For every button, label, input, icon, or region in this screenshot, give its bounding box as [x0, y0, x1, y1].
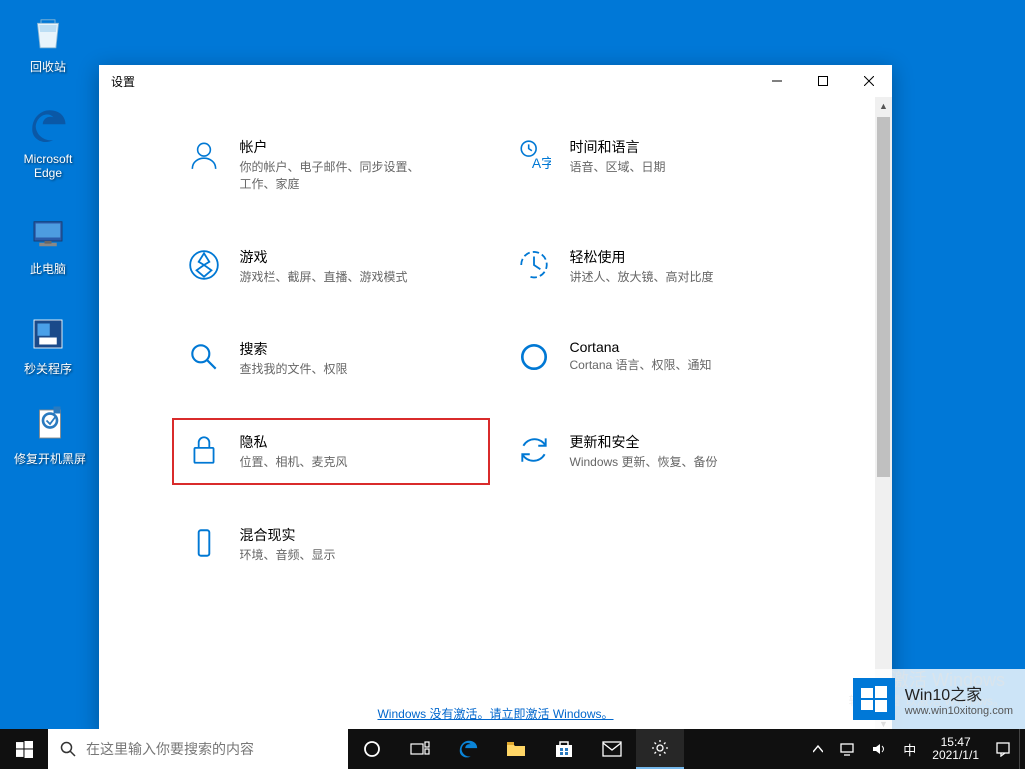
category-desc: Cortana 语言、权限、通知: [570, 357, 712, 374]
settings-window: 设置 帐户 你的帐户、电子邮件、同步设置、工作、家庭 A字: [99, 65, 892, 732]
site-watermark: Win10之家 www.win10xitong.com: [841, 669, 1025, 729]
category-time-language[interactable]: A字 时间和语言 语音、区域、日期: [516, 137, 806, 193]
desktop-icon-label: 秒关程序: [10, 360, 86, 377]
desktop-icon-this-pc[interactable]: 此电脑: [10, 210, 86, 277]
start-button[interactable]: [0, 729, 48, 769]
category-gaming[interactable]: 游戏 游戏栏、截屏、直播、游戏模式: [186, 247, 476, 286]
task-view-icon[interactable]: [396, 729, 444, 769]
mail-taskbar-icon[interactable]: [588, 729, 636, 769]
update-security-icon: [516, 432, 552, 468]
cortana-icon: [516, 339, 552, 375]
category-title: 搜索: [240, 339, 348, 359]
site-name: Win10之家: [905, 681, 1013, 705]
shutdown-app-icon: [24, 310, 72, 358]
desktop-icon-label: 回收站: [10, 58, 86, 75]
desktop-icon-label: 修复开机黑屏: [10, 450, 90, 467]
close-button[interactable]: [846, 65, 892, 97]
taskbar-clock[interactable]: 15:47 2021/1/1: [924, 736, 987, 762]
site-logo-icon: [853, 678, 895, 720]
category-cortana[interactable]: Cortana Cortana 语言、权限、通知: [516, 339, 806, 378]
search-placeholder: 在这里输入你要搜索的内容: [86, 739, 336, 759]
category-desc: 游戏栏、截屏、直播、游戏模式: [240, 269, 408, 286]
privacy-icon: [186, 432, 222, 468]
search-icon: [186, 339, 222, 375]
category-desc: 语音、区域、日期: [570, 159, 666, 176]
desktop-icon-recycle-bin[interactable]: 回收站: [10, 8, 86, 75]
cortana-taskbar-icon[interactable]: [348, 729, 396, 769]
edge-taskbar-icon[interactable]: [444, 729, 492, 769]
time-language-icon: A字: [516, 137, 552, 173]
category-title: 帐户: [240, 137, 420, 157]
desktop-icon-fix-boot[interactable]: 修复开机黑屏: [10, 400, 90, 467]
show-desktop-button[interactable]: [1019, 729, 1025, 769]
action-center-icon[interactable]: [987, 729, 1019, 769]
gaming-icon: [186, 247, 222, 283]
taskbar-icons: [348, 729, 684, 769]
category-title: 更新和安全: [570, 432, 718, 452]
scroll-up-icon[interactable]: ▲: [875, 97, 892, 114]
scroll-thumb[interactable]: [877, 117, 890, 477]
window-controls: [754, 65, 892, 97]
system-tray: 中 15:47 2021/1/1: [805, 729, 1025, 769]
category-mixed-reality[interactable]: 混合现实 环境、音频、显示: [186, 525, 476, 564]
desktop-icon-edge[interactable]: Microsoft Edge: [10, 102, 86, 180]
category-desc: 讲述人、放大镜、高对比度: [570, 269, 714, 286]
category-desc: 环境、音频、显示: [240, 547, 336, 564]
recycle-bin-icon: [24, 8, 72, 56]
site-url: www.win10xitong.com: [905, 705, 1013, 717]
category-title: 轻松使用: [570, 247, 714, 267]
activation-banner: Windows 没有激活。请立即激活 Windows。: [99, 705, 892, 722]
category-title: 隐私: [240, 432, 348, 452]
search-icon: [60, 741, 76, 757]
category-update-security[interactable]: 更新和安全 Windows 更新、恢复、备份: [516, 432, 806, 471]
settings-taskbar-icon[interactable]: [636, 729, 684, 769]
category-title: 时间和语言: [570, 137, 666, 157]
vertical-scrollbar[interactable]: ▲ ▼: [875, 97, 892, 732]
accounts-icon: [186, 137, 222, 173]
category-search[interactable]: 搜索 查找我的文件、权限: [186, 339, 476, 378]
tray-network-icon[interactable]: [831, 729, 863, 769]
minimize-button[interactable]: [754, 65, 800, 97]
desktop-icon-label: Microsoft Edge: [10, 152, 86, 180]
titlebar[interactable]: 设置: [99, 65, 892, 97]
tray-ime-icon[interactable]: 中: [895, 729, 924, 769]
settings-categories: 帐户 你的帐户、电子邮件、同步设置、工作、家庭 A字 时间和语言 语音、区域、日…: [186, 97, 806, 564]
category-title: 混合现实: [240, 525, 336, 545]
this-pc-icon: [24, 210, 72, 258]
category-desc: 位置、相机、麦克风: [240, 454, 348, 471]
category-title: 游戏: [240, 247, 408, 267]
window-title: 设置: [111, 73, 135, 90]
clock-date: 2021/1/1: [932, 749, 979, 762]
store-taskbar-icon[interactable]: [540, 729, 588, 769]
category-privacy[interactable]: 隐私 位置、相机、麦克风: [186, 432, 476, 471]
edge-icon: [24, 102, 72, 150]
category-desc: 查找我的文件、权限: [240, 361, 348, 378]
category-desc: 你的帐户、电子邮件、同步设置、工作、家庭: [240, 159, 420, 193]
category-ease-of-access[interactable]: 轻松使用 讲述人、放大镜、高对比度: [516, 247, 806, 286]
desktop-icon-label: 此电脑: [10, 260, 86, 277]
taskbar-search[interactable]: 在这里输入你要搜索的内容: [48, 729, 348, 769]
taskbar: 在这里输入你要搜索的内容 中 15:47 2021/1/1: [0, 729, 1025, 769]
maximize-button[interactable]: [800, 65, 846, 97]
mixed-reality-icon: [186, 525, 222, 561]
settings-body: 帐户 你的帐户、电子邮件、同步设置、工作、家庭 A字 时间和语言 语音、区域、日…: [99, 97, 892, 732]
ease-of-access-icon: [516, 247, 552, 283]
tray-volume-icon[interactable]: [863, 729, 895, 769]
activation-link[interactable]: Windows 没有激活。请立即激活 Windows。: [377, 707, 613, 721]
category-desc: Windows 更新、恢复、备份: [570, 454, 718, 471]
fix-boot-icon: [26, 400, 74, 448]
desktop-icon-quick-shutdown[interactable]: 秒关程序: [10, 310, 86, 377]
tray-chevron-up-icon[interactable]: [805, 729, 831, 769]
file-explorer-taskbar-icon[interactable]: [492, 729, 540, 769]
category-title: Cortana: [570, 339, 712, 355]
category-accounts[interactable]: 帐户 你的帐户、电子邮件、同步设置、工作、家庭: [186, 137, 476, 193]
svg-text:A字: A字: [531, 155, 550, 171]
